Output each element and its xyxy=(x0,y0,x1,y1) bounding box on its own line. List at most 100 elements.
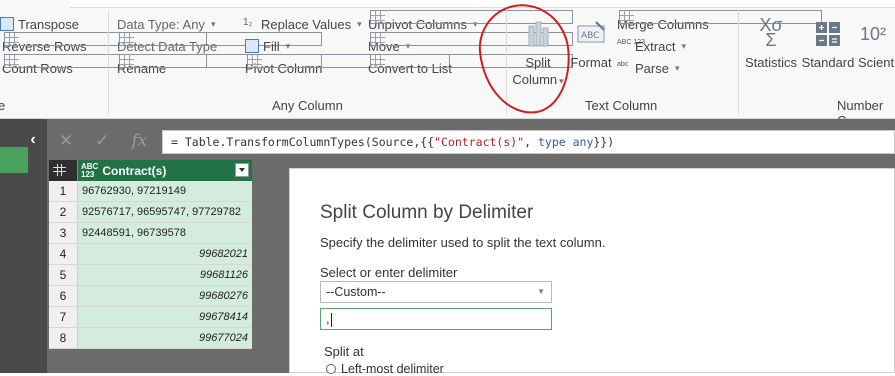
grid-rows: 1 96762930, 97219149 2 92576717, 96595747, … xyxy=(49,181,252,349)
count-rows-button[interactable]: Count Rows xyxy=(2,54,207,77)
data-grid: ABC 123 Contract(s) 1 96762930, 97219149 2 9… xyxy=(49,160,252,349)
parse-label: Parse xyxy=(635,60,669,76)
contract-cell[interactable]: 96762930, 97219149 xyxy=(78,181,252,201)
radio-leftmost-delimiter[interactable]: Left-most delimiter xyxy=(326,362,444,376)
statistics-icon: Xσ Σ xyxy=(759,15,783,50)
row-number[interactable]: 5 xyxy=(49,265,78,285)
column-filter-icon[interactable] xyxy=(235,163,249,177)
parse-dropdown[interactable]: abc Parse ▾ xyxy=(617,59,680,77)
table-row[interactable]: 4 99682021 xyxy=(49,244,252,265)
text-cursor xyxy=(330,312,332,327)
collapse-pane-icon[interactable]: ‹ xyxy=(24,128,42,152)
split-column-button[interactable]: Split Column ▾ xyxy=(511,18,565,90)
replace-values-label: Replace Values xyxy=(261,16,352,32)
svg-text:ABC: ABC xyxy=(581,31,599,41)
formula-suffix: }}) xyxy=(593,135,615,149)
table-row[interactable]: 8 99677024 xyxy=(49,328,252,349)
standard-label: Standard xyxy=(801,55,855,70)
row-number[interactable]: 1 xyxy=(49,181,78,201)
extract-icon: ABC 123 xyxy=(617,39,646,46)
ribbon-separator xyxy=(506,10,507,114)
contract-cell[interactable]: 92576717, 96595747, 97729782 xyxy=(78,202,252,222)
table-row[interactable]: 7 99678414 xyxy=(49,307,252,328)
grid-header-row: ABC 123 Contract(s) xyxy=(49,160,252,181)
contract-cell[interactable]: 99681126 xyxy=(78,265,252,285)
chevron-down-icon: ▾ xyxy=(210,18,216,29)
ribbon-separator xyxy=(738,10,739,114)
table-row[interactable]: 1 96762930, 97219149 xyxy=(49,181,252,202)
delimiter-label: Select or enter delimiter xyxy=(320,265,458,280)
detect-data-type-button[interactable]: Detect Data Type xyxy=(117,32,322,55)
split-column-dialog: Split Column by Delimiter Specify the de… xyxy=(289,168,895,376)
split-at-label: Split at xyxy=(324,344,364,359)
chevron-down-icon: ▼ xyxy=(537,287,545,296)
reverse-rows-button[interactable]: Reverse Rows xyxy=(2,32,207,55)
formula-bar-icons: ✕ ✓ fx xyxy=(59,131,147,151)
ribbon: Transpose Reverse Rows Count Rows e Data… xyxy=(0,0,895,128)
format-label: Format xyxy=(570,55,612,70)
check-icon[interactable]: ✓ xyxy=(95,131,109,151)
chevron-down-icon: ▾ xyxy=(357,18,362,29)
transpose-button[interactable]: Transpose xyxy=(0,15,79,33)
queries-pane-collapsed xyxy=(0,119,47,373)
column-header-contracts[interactable]: ABC 123 Contract(s) xyxy=(78,160,252,181)
format-button[interactable]: ABC Format xyxy=(569,18,613,71)
rename-button[interactable]: Rename xyxy=(117,54,322,77)
table-group-label: e xyxy=(0,98,6,113)
convert-to-list-button[interactable]: Convert to List xyxy=(368,54,573,77)
formula-keyword-any: any xyxy=(572,135,594,149)
fx-icon[interactable]: fx xyxy=(132,131,148,151)
contract-cell[interactable]: 99678414 xyxy=(78,307,252,327)
contract-cell[interactable]: 99677024 xyxy=(78,328,252,348)
dialog-description: Specify the delimiter used to split the … xyxy=(320,235,606,250)
ribbon-separator xyxy=(108,10,109,114)
chevron-down-icon: ▾ xyxy=(674,62,680,73)
scientific-icon: 10² xyxy=(859,24,886,44)
any-column-group-label: Any Column xyxy=(272,98,343,113)
row-number[interactable]: 2 xyxy=(49,202,78,222)
radio-leftmost-label: Left-most delimiter xyxy=(341,362,444,376)
split-column-label-1: Split xyxy=(525,55,551,70)
data-type-dropdown[interactable]: Data Type: Any ▾ xyxy=(117,15,215,33)
contract-cell[interactable]: 92448591, 96739578 xyxy=(78,223,252,243)
formula-bar: ✕ ✓ fx = Table.TransformColumnTypes(Sour… xyxy=(47,119,895,165)
split-column-icon xyxy=(523,18,553,50)
row-number[interactable]: 8 xyxy=(49,328,78,348)
table-row[interactable]: 6 99680276 xyxy=(49,286,252,307)
contract-cell[interactable]: 99682021 xyxy=(78,244,252,264)
formula-prefix: = Table.TransformColumnTypes(Source,{{ xyxy=(171,135,435,149)
replace-values-button[interactable]: 1₂ Replace Values ▾ xyxy=(243,15,362,33)
statistics-button[interactable]: Xσ Σ Statistics xyxy=(745,15,797,71)
fill-dropdown[interactable]: Fill ▾ xyxy=(245,37,290,55)
pivot-column-button[interactable]: Pivot Column xyxy=(245,54,450,77)
row-number[interactable]: 6 xyxy=(49,286,78,306)
custom-delimiter-input[interactable]: , xyxy=(320,308,552,330)
scientific-button[interactable]: 10² Scientific xyxy=(858,18,895,71)
formula-string: "Contract(s)" xyxy=(434,135,525,149)
table-row[interactable]: 5 99681126 xyxy=(49,265,252,286)
table-menu-button[interactable] xyxy=(49,160,78,181)
ribbon-tab-strip xyxy=(70,0,895,8)
contract-cell[interactable]: 99680276 xyxy=(78,286,252,306)
fill-label: Fill xyxy=(263,38,280,54)
table-row[interactable]: 2 92576717, 96595747, 97729782 xyxy=(49,202,252,223)
merge-columns-button[interactable]: Merge Columns xyxy=(617,10,822,33)
delimiter-select[interactable]: --Custom-- ▼ xyxy=(320,281,552,303)
formula-input[interactable]: = Table.TransformColumnTypes(Source,{{"C… xyxy=(162,130,895,154)
cancel-icon[interactable]: ✕ xyxy=(59,131,73,151)
replace-values-icon: 1₂ xyxy=(243,17,253,28)
move-dropdown[interactable]: Move ▾ xyxy=(368,32,573,55)
type-any-icon: ABC 123 xyxy=(81,161,99,179)
standard-icon xyxy=(813,18,843,50)
table-row[interactable]: 3 92448591, 96739578 xyxy=(49,223,252,244)
extract-dropdown[interactable]: ABC 123 Extract ▾ xyxy=(617,37,686,55)
unpivot-columns-button[interactable]: Unpivot Columns ▾ xyxy=(368,10,573,33)
fill-icon xyxy=(245,39,259,53)
formula-mid: , xyxy=(524,135,538,149)
row-number[interactable]: 3 xyxy=(49,223,78,243)
delimiter-selected-value: --Custom-- xyxy=(326,285,386,299)
standard-button[interactable]: Standard xyxy=(801,18,855,71)
row-number[interactable]: 4 xyxy=(49,244,78,264)
text-column-group-label: Text Column xyxy=(585,98,658,113)
row-number[interactable]: 7 xyxy=(49,307,78,327)
